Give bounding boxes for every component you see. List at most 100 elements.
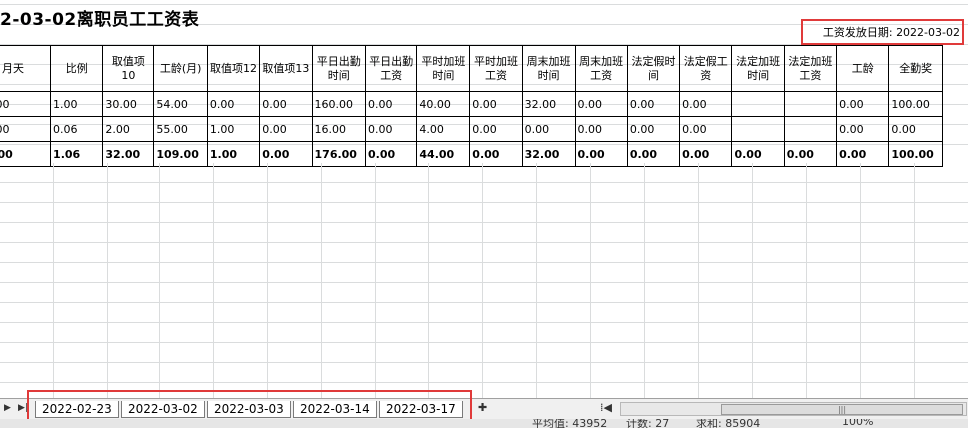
data-cell[interactable]: 0.00 [521,116,576,142]
data-cell[interactable]: 1.00 [206,141,261,167]
table-row: 31.000.062.0055.001.000.0016.000.004.000… [0,116,943,142]
header-cell[interactable]: 平日出勤时间 [311,45,367,92]
data-cell[interactable]: 100.00 [888,141,943,167]
total-row: 59.001.0632.00109.001.000.00176.000.0044… [0,141,943,167]
data-cell[interactable]: 0.00 [783,141,838,167]
data-cell[interactable]: 0.00 [469,141,523,167]
data-cell[interactable]: 55.00 [153,116,208,142]
data-cell[interactable]: 2.00 [102,116,155,142]
data-cell[interactable]: 1.06 [50,141,104,167]
header-cell[interactable]: 法定加班时间 [731,45,785,92]
tab-scroll-left-icon[interactable]: ▶ [4,403,11,413]
data-cell[interactable]: 0.00 [364,91,418,117]
data-cell[interactable]: 0.00 [206,91,261,117]
data-cell[interactable]: 0.00 [259,91,313,117]
data-cell[interactable]: 32.00 [521,141,576,167]
data-cell[interactable]: 0.00 [626,116,681,142]
gridline [159,163,160,398]
scrollbar-thumb[interactable]: ||| [721,404,963,415]
data-cell[interactable]: 0.00 [626,91,681,117]
data-cell[interactable]: 0.00 [364,116,418,142]
gridline [698,163,699,398]
data-cell[interactable]: 0.00 [888,116,943,142]
gridline [428,163,429,398]
data-cell[interactable]: 0.00 [469,116,523,142]
status-count: 计数: 27 [626,419,670,428]
header-cell[interactable]: 工龄 [836,45,890,92]
data-cell[interactable]: 0.00 [731,141,785,167]
data-cell[interactable]: 0.00 [626,141,681,167]
salary-table: 月天 比例 取值项10 工龄(月) 取值项12 取值项13 平日出勤时间 平日出勤工资 平时加班… [0,45,943,167]
gridline [321,163,322,398]
data-cell[interactable]: 32.00 [102,141,155,167]
header-cell[interactable]: 平日出勤工资 [364,45,418,92]
data-cell[interactable]: 4.00 [416,116,471,142]
table-row: 28.001.0030.0054.000.000.00160.000.0040.… [0,91,943,117]
data-cell[interactable]: 0.00 [469,91,523,117]
header-cell[interactable]: 月天 [0,45,52,92]
gridline [806,163,807,398]
data-cell[interactable] [731,116,785,142]
data-cell[interactable]: 0.00 [259,116,313,142]
data-cell[interactable]: 59.00 [0,141,52,167]
data-cell[interactable]: 0.00 [574,141,628,167]
header-cell[interactable]: 取值项10 [102,45,155,92]
insert-sheet-icon[interactable]: ✚ [478,401,487,414]
data-cell[interactable]: 40.00 [416,91,471,117]
status-sum: 求和: 85904 [696,419,761,428]
pay-date-value: 2022-03-02 [896,26,960,39]
tabs-highlight-box [27,390,472,422]
data-cell[interactable] [783,116,838,142]
header-cell[interactable]: 法定加班工资 [783,45,838,92]
data-cell[interactable]: 1.00 [50,91,104,117]
horizontal-scrollbar[interactable]: ||| [620,402,967,416]
gridline [53,163,54,398]
header-cell[interactable]: 比例 [50,45,104,92]
split-handle-icon[interactable]: ⁞◀ [600,401,612,414]
data-cell[interactable]: 1.00 [206,116,261,142]
gridline [590,163,591,398]
header-cell[interactable]: 周末加班时间 [521,45,576,92]
data-cell[interactable]: 28.00 [0,91,52,117]
data-cell[interactable]: 30.00 [102,91,155,117]
header-cell[interactable]: 平时加班工资 [469,45,523,92]
spreadsheet-grid[interactable]: 2-03-02离职员工工资表 工资发放日期: 2022-03-02 月天 比例 取值… [0,0,968,398]
data-cell[interactable]: 0.00 [679,141,733,167]
header-row: 月天 比例 取值项10 工龄(月) 取值项12 取值项13 平日出勤时间 平日出勤工资 平时加班… [0,45,943,92]
data-cell[interactable]: 100.00 [888,91,943,117]
data-cell[interactable]: 160.00 [311,91,367,117]
header-cell[interactable]: 法定假工资 [679,45,733,92]
data-cell[interactable]: 32.00 [521,91,576,117]
header-cell[interactable]: 法定假时间 [626,45,681,92]
data-cell[interactable]: 0.00 [679,116,733,142]
data-cell[interactable]: 0.00 [679,91,733,117]
gridline [752,163,753,398]
gridline [914,163,915,398]
data-cell[interactable]: 54.00 [153,91,208,117]
data-cell[interactable]: 0.00 [574,116,628,142]
data-cell[interactable]: 0.00 [836,91,890,117]
gridline [482,163,483,398]
gridline [375,163,376,398]
data-cell[interactable]: 0.00 [364,141,418,167]
data-cell[interactable]: 16.00 [311,116,367,142]
header-cell[interactable]: 周末加班工资 [574,45,628,92]
header-cell[interactable]: 全勤奖 [888,45,943,92]
status-zoom[interactable]: 100% [842,419,873,428]
data-cell[interactable]: 0.06 [50,116,104,142]
header-cell[interactable]: 平时加班时间 [416,45,471,92]
header-cell[interactable]: 工龄(月) [153,45,208,92]
data-cell[interactable]: 44.00 [416,141,471,167]
data-cell[interactable]: 0.00 [836,141,890,167]
data-cell[interactable]: 109.00 [153,141,208,167]
data-cell[interactable]: 0.00 [574,91,628,117]
header-cell[interactable]: 取值项12 [206,45,261,92]
data-cell[interactable] [783,91,838,117]
data-cell[interactable] [731,91,785,117]
data-cell[interactable]: 0.00 [836,116,890,142]
header-cell[interactable]: 取值项13 [259,45,313,92]
status-average: 平均值: 43952 [532,419,608,428]
status-bar: 平均值: 43952 计数: 27 求和: 85904 100% [0,419,968,428]
pay-date-cell[interactable]: 工资发放日期: 2022-03-02 [801,19,964,45]
data-cell[interactable]: 31.00 [0,116,52,142]
